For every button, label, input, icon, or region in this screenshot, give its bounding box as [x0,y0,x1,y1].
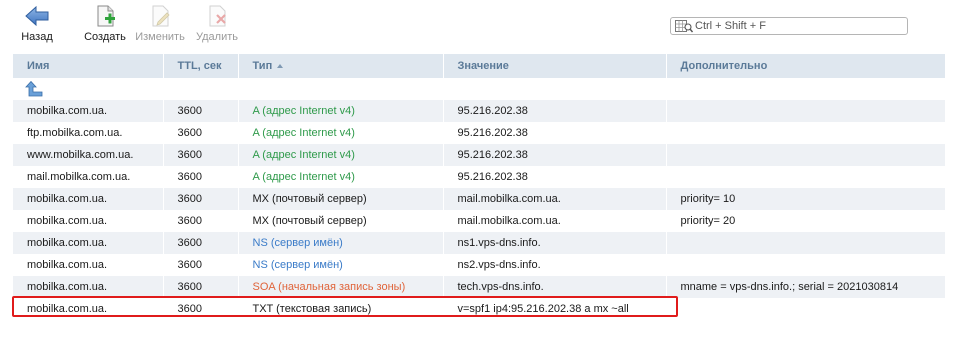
cell-extra [666,232,945,254]
cell-value: v=spf1 ip4:95.216.202.38 a mx ~all [443,298,667,320]
cell-type: A (адрес Internet v4) [238,100,444,122]
table-row[interactable]: www.mobilka.com.ua. 3600 A (адрес Intern… [13,144,945,166]
back-label: Назад [21,31,53,43]
cell-name: mobilka.com.ua. [13,210,164,232]
cell-name: mobilka.com.ua. [13,276,164,298]
cell-type: TXT (текстовая запись) [238,298,444,320]
new-document-icon [97,5,115,27]
cell-name: mobilka.com.ua. [13,232,164,254]
edit-document-icon [152,5,170,27]
table-row[interactable]: mobilka.com.ua. 3600 NS (сервер имён) ns… [13,254,945,276]
column-header-name[interactable]: Имя [13,54,164,78]
table-row[interactable]: mobilka.com.ua. 3600 TXT (текстовая запи… [13,298,945,320]
cell-ttl: 3600 [163,122,239,144]
table-header-row: Имя TTL, сек Тип Значение Дополнительно [13,54,945,78]
cell-type: MX (почтовый сервер) [238,188,444,210]
cell-ttl: 3600 [163,188,239,210]
cell-ttl: 3600 [163,276,239,298]
table-row[interactable]: mobilka.com.ua. 3600 MX (почтовый сервер… [13,210,945,232]
cell-extra [666,122,945,144]
cell-ttl: 3600 [163,254,239,276]
cell-extra: priority= 10 [666,188,945,210]
delete-document-icon [209,5,226,27]
cell-ttl: 3600 [163,232,239,254]
toolbar: Назад Создать Изменить Удалить [0,0,956,50]
search-filter-icon [675,20,693,33]
cell-ttl: 3600 [163,210,239,232]
cell-ttl: 3600 [163,298,239,320]
back-arrow-icon [25,5,49,27]
cell-value: 95.216.202.38 [443,144,667,166]
column-header-ttl[interactable]: TTL, сек [163,54,239,78]
delete-button[interactable]: Удалить [192,4,242,43]
cell-extra [666,166,945,188]
table-row[interactable]: mobilka.com.ua. 3600 A (адрес Internet v… [13,100,945,122]
cell-extra: mname = vps-dns.info.; serial = 20210308… [666,276,945,298]
column-header-type[interactable]: Тип [238,54,444,78]
cell-type: A (адрес Internet v4) [238,122,444,144]
table-row[interactable]: ftp.mobilka.com.ua. 3600 A (адрес Intern… [13,122,945,144]
table-row[interactable]: mobilka.com.ua. 3600 MX (почтовый сервер… [13,188,945,210]
cell-extra [666,144,945,166]
cell-name: mobilka.com.ua. [13,188,164,210]
cell-type: NS (сервер имён) [238,232,444,254]
cell-name: mobilka.com.ua. [13,298,164,320]
cell-name: ftp.mobilka.com.ua. [13,122,164,144]
cell-ttl: 3600 [163,100,239,122]
sort-ascending-icon [277,64,284,69]
cell-extra: priority= 20 [666,210,945,232]
cell-ttl: 3600 [163,166,239,188]
cell-value: mail.mobilka.com.ua. [443,210,667,232]
create-label: Создать [84,31,126,43]
cell-name: mobilka.com.ua. [13,254,164,276]
table-row[interactable]: mobilka.com.ua. 3600 NS (сервер имён) ns… [13,232,945,254]
cell-type: SOA (начальная запись зоны) [238,276,444,298]
cell-type: A (адрес Internet v4) [238,166,444,188]
search-box[interactable] [670,17,908,35]
cell-value: 95.216.202.38 [443,100,667,122]
column-header-extra[interactable]: Дополнительно [666,54,945,78]
create-button[interactable]: Создать [82,4,128,43]
parent-level-row[interactable] [13,78,945,100]
cell-name: mail.mobilka.com.ua. [13,166,164,188]
level-up-icon[interactable] [25,80,43,97]
cell-extra [666,100,945,122]
cell-value: ns2.vps-dns.info. [443,254,667,276]
cell-type: A (адрес Internet v4) [238,144,444,166]
edit-label: Изменить [135,31,185,43]
cell-name: www.mobilka.com.ua. [13,144,164,166]
cell-extra [666,298,945,320]
table-row[interactable]: mobilka.com.ua. 3600 SOA (начальная запи… [13,276,945,298]
cell-type: NS (сервер имён) [238,254,444,276]
cell-value: ns1.vps-dns.info. [443,232,667,254]
cell-ttl: 3600 [163,144,239,166]
edit-button[interactable]: Изменить [132,4,188,43]
dns-records-table: Имя TTL, сек Тип Значение Дополнительно … [13,54,945,320]
cell-type: MX (почтовый сервер) [238,210,444,232]
delete-label: Удалить [196,31,238,43]
cell-value: mail.mobilka.com.ua. [443,188,667,210]
cell-value: tech.vps-dns.info. [443,276,667,298]
search-input[interactable] [695,18,903,34]
cell-name: mobilka.com.ua. [13,100,164,122]
cell-value: 95.216.202.38 [443,122,667,144]
cell-value: 95.216.202.38 [443,166,667,188]
cell-extra [666,254,945,276]
column-header-value[interactable]: Значение [443,54,667,78]
back-button[interactable]: Назад [14,4,60,43]
table-row[interactable]: mail.mobilka.com.ua. 3600 A (адрес Inter… [13,166,945,188]
